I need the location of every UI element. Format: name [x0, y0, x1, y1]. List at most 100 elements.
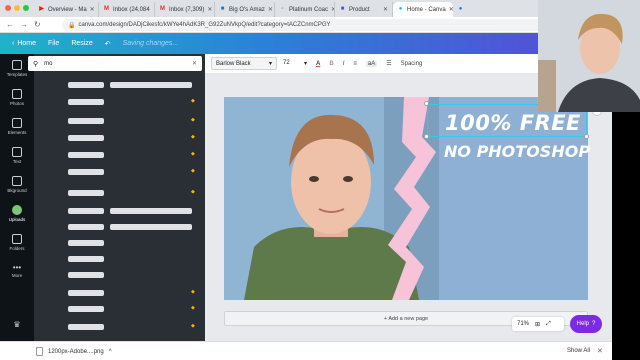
close-window-icon[interactable] [5, 5, 11, 11]
close-tab-icon[interactable]: ✕ [383, 6, 388, 13]
maximize-window-icon[interactable] [23, 5, 29, 11]
search-value: mo [44, 60, 53, 67]
skeleton-row [110, 208, 192, 214]
premium-star-icon: ◆ [191, 151, 195, 157]
resize-handle[interactable] [584, 134, 589, 139]
search-icon: ⚲ [33, 60, 39, 68]
background-icon [12, 176, 22, 186]
letter-case-icon[interactable]: aA [365, 60, 378, 67]
home-button[interactable]: ‹ Home [12, 40, 36, 47]
chevron-up-icon[interactable]: ^ [109, 349, 112, 355]
close-tab-icon[interactable]: ✕ [268, 6, 273, 13]
bold-icon[interactable]: B [329, 61, 333, 67]
rail-label: More [11, 273, 23, 278]
lock-icon: 🔒 [68, 22, 76, 29]
more-icon: ••• [12, 263, 22, 272]
forward-icon[interactable]: → [20, 20, 28, 29]
file-label: File [48, 40, 60, 47]
rail-item-background[interactable]: Bkground [0, 176, 34, 193]
bookmark-icon: ■ [220, 6, 225, 12]
tab-inbox-1[interactable]: M Inbox (24,084 [99, 2, 155, 17]
clear-search-icon[interactable]: ✕ [192, 60, 197, 67]
font-family-select[interactable]: Barlow Black ▾ [211, 57, 277, 70]
skeleton-row [68, 240, 104, 246]
gmail-icon: M [160, 6, 165, 12]
reload-icon[interactable]: ↻ [34, 20, 41, 29]
show-all-button[interactable]: Show All [567, 348, 590, 354]
rail-item-uploads[interactable]: Uploads [0, 205, 34, 222]
close-tab-icon[interactable]: ✕ [207, 6, 212, 13]
canva-icon: ● [398, 6, 403, 12]
font-size-select[interactable]: 72 ▾ [283, 60, 307, 67]
tab-product[interactable]: ■ Product ✕ [335, 2, 393, 17]
skeleton-row [68, 190, 104, 196]
tab-label: Inbox (24,084 [113, 6, 150, 13]
download-item[interactable]: 1200px-Adobe....png ^ [36, 347, 112, 356]
skeleton-row [68, 152, 104, 158]
italic-icon[interactable]: I [343, 61, 345, 67]
url-text: canva.com/design/DADjCikesfc/kWYe4hAdK3R… [78, 22, 331, 28]
undo-button[interactable]: ↶ [105, 40, 111, 48]
rail-label: Templates [6, 72, 28, 77]
address-bar: ← → ↻ 🔒 canva.com/design/DADjCikesfc/kWY… [0, 17, 612, 33]
spacing-button[interactable]: Spacing [401, 61, 423, 67]
fullscreen-icon[interactable]: ⤢ [546, 321, 551, 328]
rail-item-elements[interactable]: Elements [0, 118, 34, 135]
chevron-left-icon: ‹ [12, 40, 15, 47]
zoom-control[interactable]: 71% ⊞ ⤢ [512, 317, 564, 331]
help-button[interactable]: Help ? [570, 315, 602, 333]
resize-handle[interactable] [424, 101, 429, 106]
subheadline-text[interactable]: NO PHOTOSHOP [444, 142, 590, 161]
premium-star-icon: ◆ [191, 98, 195, 104]
list-icon[interactable]: ☰ [386, 60, 391, 67]
webcam-overlay [538, 0, 640, 112]
headline-text[interactable]: 100% FREE [445, 111, 581, 135]
tab-label: Overview - Ma [48, 6, 87, 13]
browser-window: ▶ Overview - Ma ✕ M Inbox (24,084 M Inbo… [0, 0, 612, 341]
uploads-icon [12, 205, 22, 215]
premium-star-icon: ◆ [191, 134, 195, 140]
font-size-value: 72 [283, 60, 290, 66]
file-icon [36, 347, 43, 356]
skeleton-row [68, 306, 104, 312]
align-icon[interactable]: ≡ [353, 61, 357, 67]
skeleton-row [68, 272, 104, 278]
file-menu-button[interactable]: File [48, 40, 59, 47]
close-icon[interactable]: ✕ [597, 347, 603, 355]
minimize-window-icon[interactable] [14, 5, 20, 11]
tab-label: Product [349, 6, 370, 13]
undo-icon: ↶ [104, 40, 111, 48]
tab-extra[interactable]: ● [453, 2, 469, 17]
tab-big-o[interactable]: ■ Big O's Amaz ✕ [215, 2, 275, 17]
page-icon: ● [458, 6, 463, 12]
resize-button[interactable]: Resize [71, 40, 92, 47]
tab-overview[interactable]: ▶ Overview - Ma ✕ [34, 2, 99, 17]
tab-label: Platinum Coac [289, 6, 329, 13]
zoom-level: 71% [517, 321, 530, 327]
rail-item-folders[interactable]: Folders [0, 234, 34, 251]
page-icon: ■ [340, 6, 345, 12]
rail-label: Text [12, 159, 22, 164]
rail-item-text[interactable]: Text [0, 147, 34, 164]
tab-inbox-2[interactable]: M Inbox (7,309) ✕ [155, 2, 215, 17]
text-color-icon[interactable]: A [316, 61, 320, 67]
url-field[interactable]: 🔒 canva.com/design/DADjCikesfc/kWYe4hAdK… [62, 19, 602, 31]
rail-item-photos[interactable]: Photos [0, 89, 34, 106]
crown-icon[interactable]: ♛ [0, 320, 34, 329]
rail-item-more[interactable]: ••• More [0, 263, 34, 278]
premium-star-icon: ◆ [191, 289, 195, 295]
grid-view-icon[interactable]: ⊞ [535, 321, 540, 328]
tab-home-canva[interactable]: ● Home - Canva ✕ [393, 2, 453, 17]
tab-label: Big O's Amaz [229, 6, 265, 13]
download-file-name: 1200px-Adobe....png [48, 348, 104, 355]
side-rail: Templates Photos Elements Text Bkground … [0, 54, 34, 341]
skeleton-row [68, 256, 104, 262]
close-tab-icon[interactable]: ✕ [90, 6, 95, 13]
resize-handle[interactable] [424, 134, 429, 139]
premium-star-icon: ◆ [191, 189, 195, 195]
back-icon[interactable]: ← [6, 20, 14, 29]
tab-platinum[interactable]: ▫ Platinum Coac ✕ [275, 2, 335, 17]
tab-label: Home - Canva [407, 6, 446, 13]
search-input[interactable]: ⚲ mo ✕ [28, 56, 202, 71]
screen: ▶ Overview - Ma ✕ M Inbox (24,084 M Inbo… [0, 0, 640, 360]
